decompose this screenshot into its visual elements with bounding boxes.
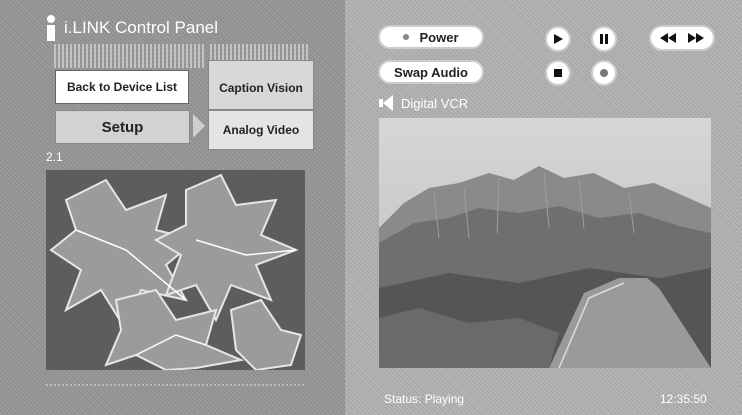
setup-button[interactable]: Setup — [55, 110, 190, 144]
rewind-button[interactable] — [654, 29, 682, 47]
device-name: Digital VCR — [401, 95, 469, 111]
time-display: 12:35:50 — [660, 392, 707, 406]
analog-video-button[interactable]: Analog Video — [208, 110, 314, 150]
fast-forward-button[interactable] — [682, 29, 710, 47]
caption-vision-button[interactable]: Caption Vision — [208, 60, 314, 110]
channel-number: 2.1 — [46, 150, 63, 164]
decorative-stripes — [54, 44, 204, 68]
fast-forward-icon — [688, 33, 704, 43]
playback-status: Status: Playing — [384, 392, 465, 406]
app-title-text: i.LINK Control Panel — [64, 18, 219, 37]
speaker-icon — [379, 95, 395, 111]
play-icon — [554, 34, 563, 44]
back-to-device-list-button[interactable]: Back to Device List — [55, 70, 189, 104]
app-title: i.LINK Control Panel — [44, 14, 218, 42]
channel-preview-thumbnail[interactable] — [46, 170, 305, 370]
video-display[interactable] — [379, 118, 711, 368]
pause-button[interactable] — [591, 26, 617, 52]
swap-audio-button[interactable]: Swap Audio — [378, 60, 484, 84]
power-indicator-icon — [403, 34, 410, 40]
seek-controls — [649, 25, 715, 51]
swap-audio-label: Swap Audio — [394, 64, 468, 80]
stop-button[interactable] — [545, 60, 571, 86]
play-button[interactable] — [545, 26, 571, 52]
info-icon — [44, 15, 58, 41]
power-label: Power — [419, 29, 459, 45]
pause-icon — [600, 34, 608, 44]
preview-divider — [46, 384, 305, 386]
device-title: Digital VCR — [379, 95, 468, 111]
power-button[interactable]: Power — [378, 25, 484, 49]
rewind-icon — [660, 33, 676, 43]
record-button[interactable] — [591, 60, 617, 86]
stop-icon — [554, 69, 562, 77]
record-icon — [600, 69, 608, 77]
arrow-right-icon — [193, 114, 205, 138]
